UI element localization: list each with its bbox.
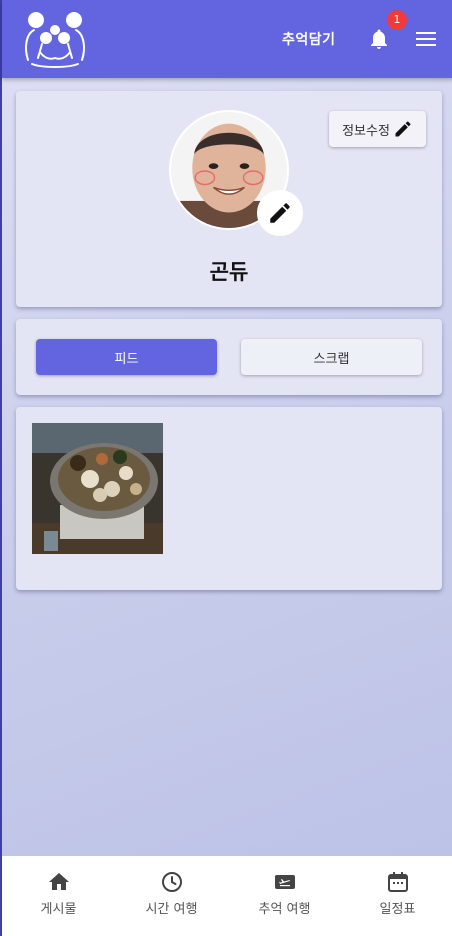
pencil-icon: [270, 203, 290, 223]
nav-item-label: 일정표: [379, 902, 416, 917]
app-bar: 추억담기 1: [2, 0, 452, 78]
tab-feed[interactable]: 피드: [36, 339, 217, 375]
edit-info-button[interactable]: 정보수정: [329, 111, 426, 147]
nav-item-posts[interactable]: 게시물: [2, 856, 115, 936]
nav-item-label: 추억 여행: [258, 902, 311, 917]
avatar-edit-button[interactable]: [257, 190, 303, 236]
nav-item-memory-travel[interactable]: 추억 여행: [228, 856, 341, 936]
flight-ticket-icon: [274, 875, 295, 889]
bell-icon[interactable]: [367, 27, 391, 51]
edit-info-label: 정보수정: [342, 123, 390, 139]
tabs-card: 피드 스크랩: [16, 319, 442, 395]
avatar-container: [169, 110, 303, 236]
pencil-icon: [395, 121, 411, 137]
logo-icon[interactable]: [20, 8, 90, 70]
nav-item-schedule[interactable]: 일정표: [341, 856, 452, 936]
feed-photo-item[interactable]: [32, 423, 163, 554]
nav-item-label: 시간 여행: [145, 902, 198, 917]
tab-scrap[interactable]: 스크랩: [241, 339, 422, 375]
feed-grid: [16, 407, 442, 590]
clock-icon: [161, 872, 182, 892]
nav-item-time-travel[interactable]: 시간 여행: [115, 856, 228, 936]
nav-item-label: 게시물: [40, 902, 77, 917]
profile-card: 정보수정 곤듀: [16, 91, 442, 307]
menu-icon[interactable]: [415, 29, 437, 49]
food-photo: [32, 423, 163, 554]
bottom-navigation: 게시물 시간 여행 추억 여행 일정표: [2, 856, 452, 936]
calendar-icon: [387, 872, 408, 892]
home-icon: [48, 873, 69, 890]
username: 곤듀: [209, 260, 249, 284]
save-memory-link[interactable]: 추억담기: [282, 29, 336, 49]
notification-badge: 1: [387, 10, 407, 30]
